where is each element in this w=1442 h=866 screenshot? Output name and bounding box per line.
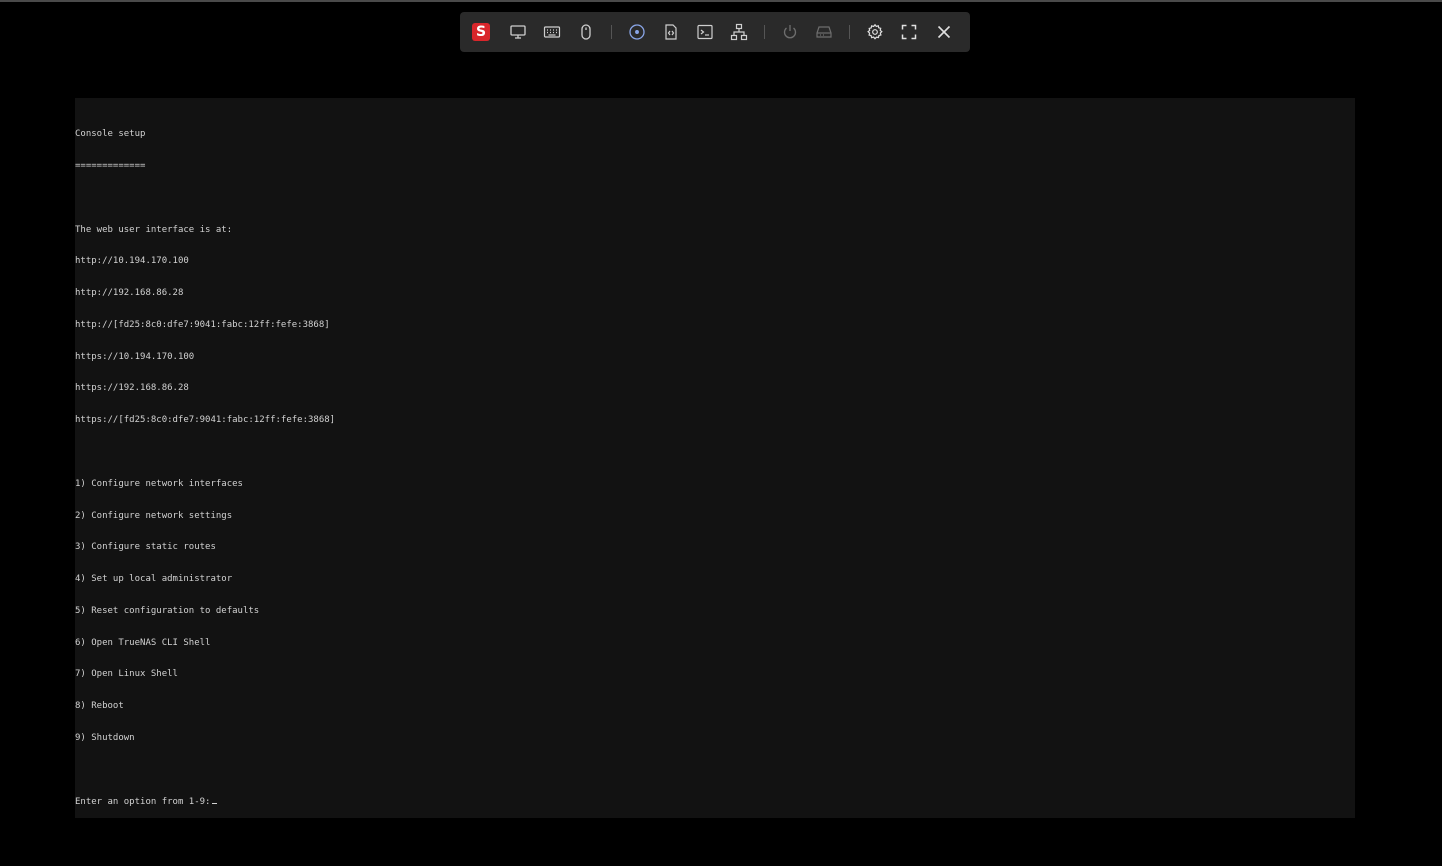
toolbar-separator (611, 25, 612, 39)
power-button[interactable] (778, 20, 802, 44)
gear-icon (867, 23, 883, 40)
keyboard-button[interactable] (540, 20, 564, 44)
menu-option: 9) Shutdown (75, 733, 135, 744)
console-output: Console setup ============= The web user… (75, 98, 1355, 818)
settings-button[interactable] (863, 20, 887, 44)
menu-option: 7) Open Linux Shell (75, 669, 178, 680)
close-button[interactable] (932, 20, 956, 44)
menu-option: 4) Set up local administrator (75, 574, 233, 585)
url-line: http://[fd25:8c0:dfe7:9041:fabc:12ff:fef… (75, 319, 330, 330)
menu-option: 3) Configure static routes (75, 542, 216, 553)
display-button[interactable] (506, 20, 530, 44)
logo-icon: S (472, 23, 490, 41)
console-title-underline: ============= (75, 160, 146, 171)
console-title: Console setup (75, 129, 146, 140)
disc-icon (629, 24, 645, 40)
display-icon (510, 25, 526, 39)
url-line: https://[fd25:8c0:dfe7:9041:fabc:12ff:fe… (75, 415, 336, 426)
keyboard-icon (543, 26, 561, 38)
close-icon (937, 25, 951, 39)
option-prompt: Enter an option from 1-9: (75, 796, 211, 807)
url-line: https://10.194.170.100 (75, 351, 195, 362)
power-icon (783, 25, 797, 39)
terminal-button[interactable] (693, 20, 717, 44)
virtual-media-button[interactable] (625, 20, 649, 44)
file-code-icon (665, 24, 677, 40)
prompt-line[interactable]: Enter an option from 1-9: (75, 797, 1355, 808)
network-icon (730, 23, 748, 41)
url-line: http://10.194.170.100 (75, 256, 189, 267)
url-line: http://192.168.86.28 (75, 288, 184, 299)
terminal-icon (697, 24, 713, 40)
menu-option: 8) Reboot (75, 701, 124, 712)
menu-option: 1) Configure network interfaces (75, 478, 243, 489)
toolbar-separator (764, 25, 765, 39)
window-top-edge (0, 0, 1442, 2)
web-ui-heading: The web user interface is at: (75, 224, 233, 235)
console-screen[interactable]: Console setup ============= The web user… (75, 98, 1355, 818)
menu-option: 2) Configure network settings (75, 510, 233, 521)
remote-console-toolbar: S (460, 12, 970, 52)
file-code-button[interactable] (659, 20, 683, 44)
mouse-icon (581, 24, 591, 40)
fullscreen-button[interactable] (897, 20, 921, 44)
drive-icon (816, 26, 832, 38)
text-cursor (212, 802, 218, 804)
menu-option: 6) Open TrueNAS CLI Shell (75, 637, 211, 648)
drive-button[interactable] (812, 20, 836, 44)
logo-button[interactable]: S (469, 20, 493, 44)
network-button[interactable] (727, 20, 751, 44)
mouse-button[interactable] (574, 20, 598, 44)
url-line: https://192.168.86.28 (75, 383, 189, 394)
menu-option: 5) Reset configuration to defaults (75, 605, 260, 616)
fullscreen-icon (901, 24, 917, 40)
toolbar-separator (849, 25, 850, 39)
